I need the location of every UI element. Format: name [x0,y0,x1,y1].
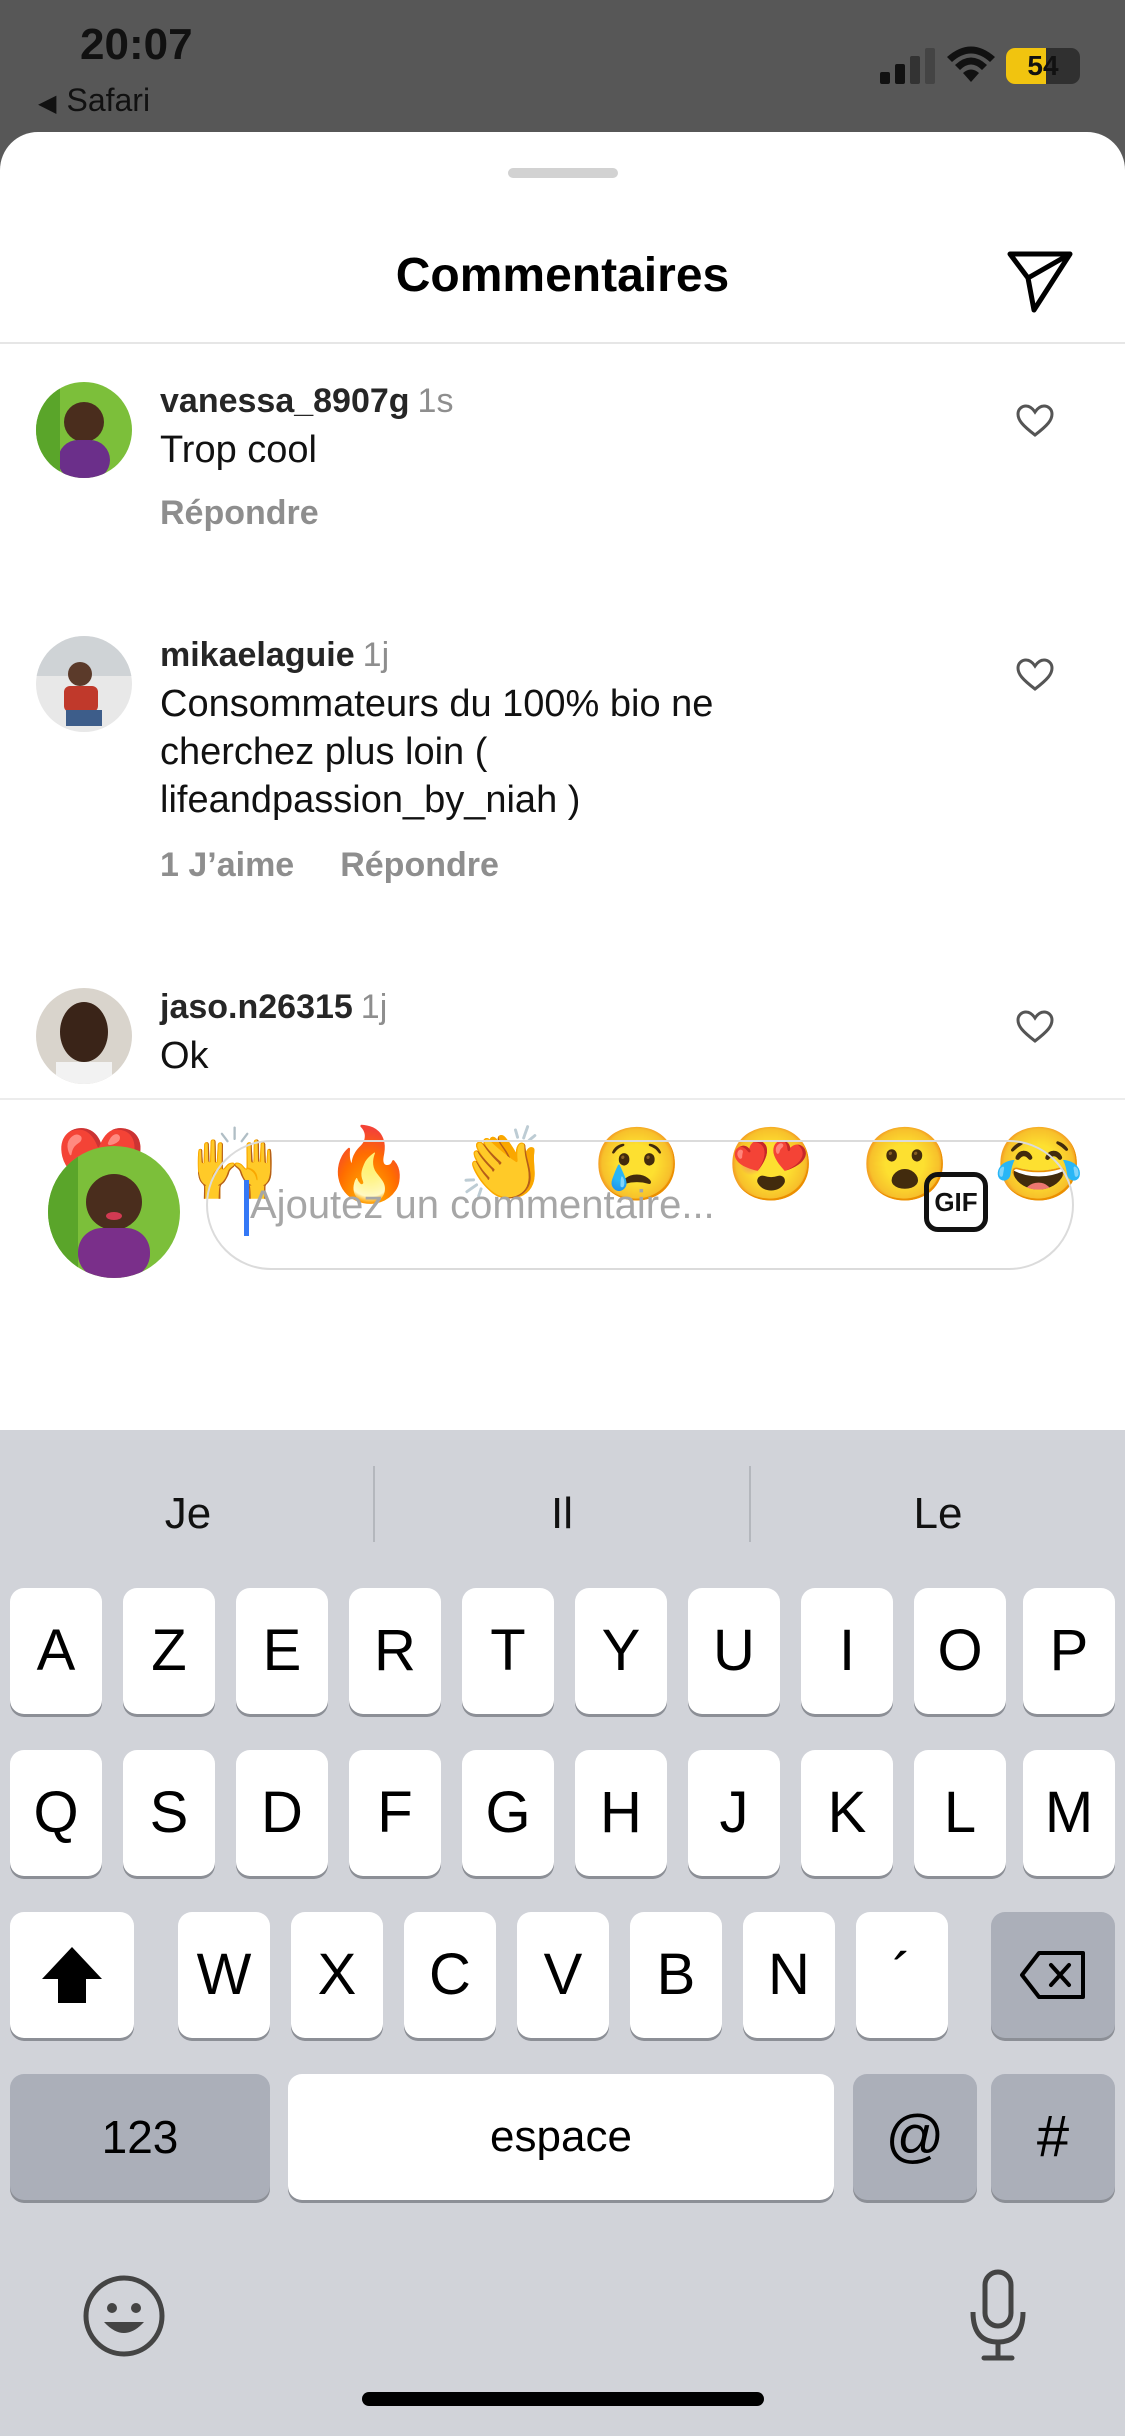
comment-username[interactable]: jaso.n26315 1j [160,988,387,1027]
comment-username[interactable]: mikaelaguie 1j [160,636,389,675]
key-t[interactable]: T [462,1588,554,1714]
comment-actions: Répondre [160,494,365,533]
key-p[interactable]: P [1023,1588,1115,1714]
key-q[interactable]: Q [10,1750,102,1876]
key-h[interactable]: H [575,1750,667,1876]
wifi-icon [947,46,995,82]
heart-icon[interactable] [1016,658,1054,692]
microphone-icon[interactable] [966,2268,1030,2364]
key-e[interactable]: E [236,1588,328,1714]
key-s[interactable]: S [123,1750,215,1876]
reply-button[interactable]: Répondre [340,846,499,884]
key-y[interactable]: Y [575,1588,667,1714]
key-b[interactable]: B [630,1912,722,2038]
key-g[interactable]: G [462,1750,554,1876]
list-divider [0,1098,1125,1100]
key-w[interactable]: W [178,1912,270,2038]
comment-time: 1j [362,636,390,674]
emoji-keyboard-icon[interactable] [82,2274,166,2358]
at-key[interactable]: @ [853,2074,977,2200]
key-k[interactable]: K [801,1750,893,1876]
key-x[interactable]: X [291,1912,383,2038]
key-n[interactable]: N [743,1912,835,2038]
home-indicator[interactable] [362,2392,764,2406]
suggestion-3[interactable]: Le [751,1474,1125,1554]
key-z[interactable]: Z [123,1588,215,1714]
battery-indicator: 54 [1006,48,1080,84]
key-c[interactable]: C [404,1912,496,2038]
avatar[interactable] [36,988,132,1084]
reply-button[interactable]: Répondre [160,494,319,532]
key-v[interactable]: V [517,1912,609,2038]
gif-button[interactable]: GIF [924,1172,988,1232]
key-f[interactable]: F [349,1750,441,1876]
shift-icon [42,1947,102,2003]
username-text[interactable]: vanessa_8907g [160,382,410,420]
username-text[interactable]: jaso.n26315 [160,988,353,1026]
suggestion-2[interactable]: Il [375,1474,749,1554]
comment-text: Consommateurs du 100% bio ne cherchez pl… [160,683,714,821]
key-o[interactable]: O [914,1588,1006,1714]
backspace-icon [1020,1951,1085,1999]
keyboard: Je Il Le A Z E R T Y U I O P Q S D F G H… [0,1430,1125,2436]
delete-key[interactable] [991,1912,1115,2038]
header-divider [0,342,1125,344]
text-caret [244,1180,249,1236]
suggestion-1[interactable]: Je [1,1474,375,1554]
comment-time: 1j [360,988,388,1026]
key-m[interactable]: M [1023,1750,1115,1876]
comment-text: Ok [160,1035,209,1077]
back-to-safari-link[interactable]: ◀ Safari [38,82,150,119]
key-j[interactable]: J [688,1750,780,1876]
back-triangle-icon: ◀ [38,90,57,117]
numbers-key[interactable]: 123 [10,2074,270,2200]
comment-input[interactable] [250,1142,930,1268]
key-i[interactable]: I [801,1588,893,1714]
username-text[interactable]: mikaelaguie [160,636,355,674]
avatar[interactable] [36,382,132,478]
comment-actions: 1 J’aime Répondre [160,846,545,885]
comment-text: Trop cool [160,429,317,471]
heart-icon[interactable] [1016,1010,1054,1044]
send-icon[interactable] [1004,244,1076,316]
key-d[interactable]: D [236,1750,328,1876]
comment-time: 1s [417,382,454,420]
comment-username[interactable]: vanessa_8907g 1s [160,382,453,421]
status-bar: 20:07 ◀ Safari 54 [0,0,1125,140]
battery-level-text: 54 [1027,50,1059,81]
key-l[interactable]: L [914,1750,1006,1876]
key-accent[interactable]: ´ [856,1912,948,2038]
key-a[interactable]: A [10,1588,102,1714]
back-app-label: Safari [66,82,151,118]
sheet-grabber[interactable] [508,168,618,178]
comment-input-container[interactable]: GIF [206,1140,1074,1270]
shift-key[interactable] [10,1912,134,2038]
signal-icon [880,48,935,84]
current-user-avatar [48,1146,180,1278]
avatar[interactable] [36,636,132,732]
status-time: 20:07 [80,20,193,69]
likes-count-button[interactable]: 1 J’aime [160,846,294,884]
heart-icon[interactable] [1016,404,1054,438]
key-r[interactable]: R [349,1588,441,1714]
hash-key[interactable]: # [991,2074,1115,2200]
page-title: Commentaires [395,249,730,302]
space-key[interactable]: espace [288,2074,834,2200]
key-u[interactable]: U [688,1588,780,1714]
